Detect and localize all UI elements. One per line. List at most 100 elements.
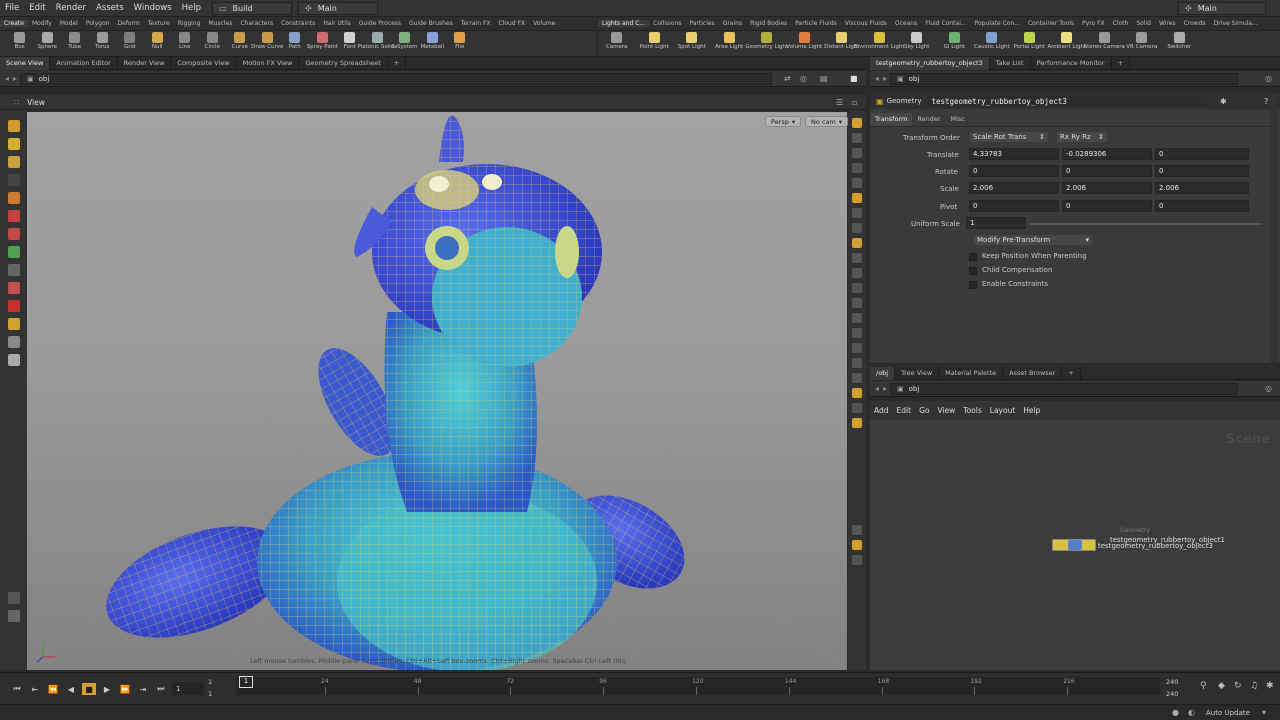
- rubber-toy-model[interactable]: [91, 115, 700, 670]
- modify-pretransform-menu[interactable]: Modify Pre-Transform ▾: [973, 234, 1093, 246]
- pane-tab[interactable]: Composite View: [171, 56, 237, 70]
- shelf-tab[interactable]: Wires: [1155, 20, 1180, 27]
- render-icon[interactable]: [852, 358, 862, 368]
- param-scrollbar[interactable]: [1270, 93, 1278, 363]
- shelf-tab[interactable]: Particle Fluids: [791, 20, 841, 27]
- wire-icon[interactable]: [852, 193, 862, 203]
- jump-end-icon[interactable]: ⏭: [154, 683, 168, 695]
- flash-icon[interactable]: [852, 238, 862, 248]
- translate-z-field[interactable]: 0: [1155, 148, 1249, 160]
- network-menu-item[interactable]: Edit: [893, 406, 916, 415]
- normal-icon[interactable]: [852, 268, 862, 278]
- shelf-tab[interactable]: Fluid Contai...: [921, 20, 970, 27]
- shelf-tool-button[interactable]: Circle: [199, 31, 227, 56]
- shelf-tab[interactable]: Solid: [1132, 20, 1155, 27]
- paint-tool-icon[interactable]: [7, 246, 20, 258]
- current-frame-field[interactable]: 1: [172, 682, 204, 695]
- network-menu-item[interactable]: Tools: [959, 406, 985, 415]
- shelf-tab[interactable]: Cloth: [1109, 20, 1133, 27]
- transform-icon[interactable]: [7, 174, 20, 186]
- menu-assets[interactable]: Assets: [91, 3, 129, 13]
- add-tab-icon[interactable]: +: [388, 56, 407, 70]
- dot-tool-icon[interactable]: [7, 228, 20, 240]
- view-tool-icon[interactable]: [7, 336, 20, 348]
- shelf-tool-button[interactable]: Grid: [116, 31, 144, 56]
- translate-x-field[interactable]: 4.33783: [969, 148, 1059, 160]
- right-context-select[interactable]: ✣ Main: [1178, 1, 1266, 15]
- pane-tab[interactable]: Asset Browser: [1003, 366, 1063, 380]
- shelf-tab[interactable]: Cloud FX: [495, 20, 530, 27]
- param-gear-icon[interactable]: ✱: [1220, 97, 1227, 106]
- network-path-field[interactable]: ▣ obj: [890, 382, 1238, 395]
- camera-menu-button[interactable]: No cam ▾: [805, 116, 849, 127]
- scale-z-field[interactable]: 2.006: [1155, 182, 1249, 194]
- pane-tab[interactable]: testgeometry_rubbertoy_object3: [870, 56, 990, 70]
- keys-icon[interactable]: ◆: [1218, 681, 1225, 691]
- shelf-tool-button[interactable]: Platonic Solids: [357, 31, 397, 56]
- tab-misc[interactable]: Misc: [945, 113, 969, 126]
- left-path-field[interactable]: ▣ obj: [20, 72, 772, 85]
- menu-edit[interactable]: Edit: [24, 3, 50, 13]
- timeline-playhead[interactable]: 1: [239, 676, 253, 688]
- shelf-tab[interactable]: Create: [0, 20, 28, 27]
- shelf-tool-button[interactable]: Torus: [89, 31, 117, 56]
- stop-icon[interactable]: ■: [82, 683, 96, 695]
- menu-help[interactable]: Help: [177, 3, 206, 13]
- rotate-x-field[interactable]: 0: [969, 165, 1059, 177]
- shelf-tool-button[interactable]: VR Camera: [1123, 31, 1161, 56]
- desktop-select[interactable]: ▭ Build: [211, 1, 292, 15]
- right-back-icon[interactable]: ◂: [875, 74, 879, 83]
- back-icon[interactable]: ◂: [5, 74, 9, 83]
- pane-tab[interactable]: Animation Editor: [50, 56, 118, 70]
- pivot-z-field[interactable]: 0: [1155, 200, 1249, 212]
- tab-transform[interactable]: Transform: [870, 113, 913, 126]
- add-tab-icon[interactable]: +: [1112, 56, 1131, 70]
- layout-icon[interactable]: ▤: [820, 74, 828, 83]
- auto-update-menu[interactable]: Auto Update: [1206, 707, 1258, 719]
- zoom-icon[interactable]: ⚲: [1200, 681, 1207, 691]
- render-region-icon[interactable]: [7, 354, 20, 366]
- link-icon[interactable]: ◎: [800, 74, 807, 83]
- shelf-tab[interactable]: Texture: [144, 20, 174, 27]
- play-icon[interactable]: ▶: [100, 683, 114, 695]
- network-menu-item[interactable]: Help: [1019, 406, 1044, 415]
- network-menu-item[interactable]: View: [933, 406, 959, 415]
- add-tab-icon[interactable]: +: [1062, 366, 1081, 380]
- net-forward-icon[interactable]: ▸: [883, 384, 887, 393]
- shelf-tool-button[interactable]: Metaball: [419, 31, 447, 56]
- net-pin-icon[interactable]: ◎: [1265, 384, 1272, 393]
- lock-icon[interactable]: [852, 148, 862, 158]
- step-key-back-icon[interactable]: ⇤: [28, 683, 42, 695]
- shelf-tab[interactable]: Deform: [113, 20, 143, 27]
- geo-icon[interactable]: [852, 223, 862, 233]
- shelf-tab[interactable]: Modify: [28, 20, 56, 27]
- shelf-tool-button[interactable]: Camera: [598, 31, 636, 56]
- rotate-y-field[interactable]: 0: [1062, 165, 1152, 177]
- menu-windows[interactable]: Windows: [129, 3, 177, 13]
- shelf-tab[interactable]: Container Tools: [1024, 20, 1078, 27]
- brush-select-icon[interactable]: [7, 156, 20, 168]
- ghost-icon[interactable]: [852, 133, 862, 143]
- transform-order-select[interactable]: Scale Rot Trans ⇕: [969, 131, 1049, 143]
- shelf-tab[interactable]: Guide Process: [355, 20, 405, 27]
- pose-icon[interactable]: [7, 210, 20, 222]
- shelf-tab[interactable]: Grains: [719, 20, 746, 27]
- right-forward-icon[interactable]: ▸: [883, 74, 887, 83]
- step-key-forward-icon[interactable]: ⇥: [136, 683, 150, 695]
- shelf-tab[interactable]: Oceans: [891, 20, 921, 27]
- uniform-scale-field[interactable]: 1: [966, 217, 1026, 229]
- pivot-x-field[interactable]: 0: [969, 200, 1059, 212]
- context-select[interactable]: ✣ Main: [297, 1, 378, 15]
- shelf-tool-button[interactable]: Ambient Light: [1047, 31, 1086, 56]
- scene-icon[interactable]: [852, 343, 862, 353]
- display-options-icon[interactable]: [852, 118, 862, 128]
- loop-icon[interactable]: ↻: [1234, 681, 1242, 691]
- handle-icon[interactable]: [7, 192, 20, 204]
- persp-menu-button[interactable]: Persp ▾: [765, 116, 802, 127]
- shelf-tab[interactable]: Constraints: [277, 20, 319, 27]
- bulb-icon[interactable]: [852, 418, 862, 428]
- pane-tab[interactable]: Render View: [118, 56, 172, 70]
- network-menu-item[interactable]: Add: [870, 406, 893, 415]
- shelf-tab[interactable]: Populate Con...: [971, 20, 1024, 27]
- snap-icon[interactable]: [852, 313, 862, 323]
